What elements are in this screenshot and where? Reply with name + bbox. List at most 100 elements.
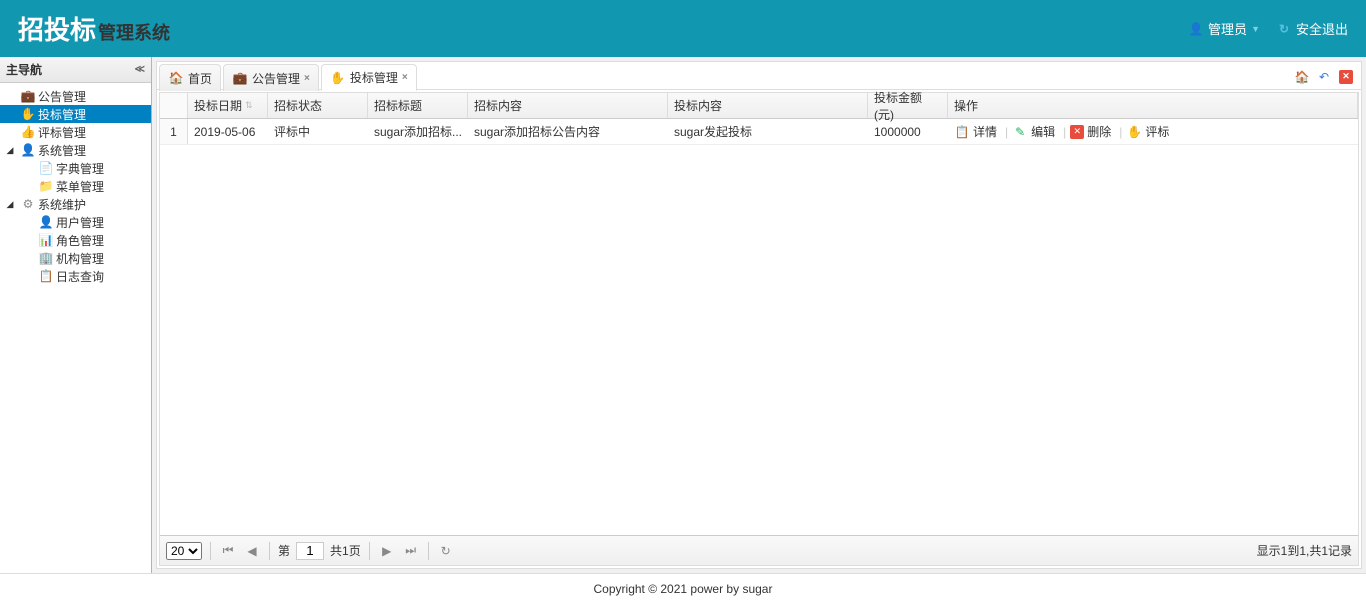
col-content[interactable]: 招标内容 — [468, 93, 668, 118]
next-page-button[interactable]: ▶ — [378, 542, 396, 560]
sidebar-item-label: 角色管理 — [56, 232, 104, 249]
pager-info: 显示1到1,共1记录 — [1257, 542, 1352, 559]
cell-ops: 📋详情 | ✎编辑 | ✕删除 | ✋评标 — [948, 119, 1358, 144]
data-grid: 投标日期 招标状态 招标标题 招标内容 投标内容 投标金额(元) 操作 1201… — [159, 92, 1359, 566]
separator: | — [1063, 125, 1066, 139]
sidebar-item-label: 用户管理 — [56, 214, 104, 231]
cell-content: sugar添加招标公告内容 — [468, 119, 668, 144]
thumb-icon: 👍 — [20, 124, 36, 140]
page-number-input[interactable] — [296, 542, 324, 560]
col-bid[interactable]: 投标内容 — [668, 93, 868, 118]
sidebar: 主导航 ≪ 💼公告管理✋投标管理👍评标管理◢👤系统管理📄字典管理📁菜单管理◢⚙系… — [0, 57, 152, 573]
cell-title: sugar添加招标... — [368, 119, 468, 144]
tabs-tools: 🏠 ↶ ✕ — [1293, 68, 1359, 86]
col-date[interactable]: 投标日期 — [188, 93, 268, 118]
sidebar-item-系统管理[interactable]: ◢👤系统管理 — [0, 141, 151, 159]
tab-close-icon[interactable]: × — [402, 72, 408, 83]
back-icon: ↶ — [1316, 69, 1332, 85]
sidebar-item-label: 日志查询 — [56, 268, 104, 285]
edit-icon: ✎ — [1012, 124, 1028, 140]
close-all-button[interactable]: ✕ — [1337, 68, 1355, 86]
logout-button[interactable]: ↻ 安全退出 — [1276, 19, 1348, 38]
col-status[interactable]: 招标状态 — [268, 93, 368, 118]
footer: Copyright © 2021 power by sugar — [0, 573, 1366, 603]
logo-main: 招投标 — [18, 10, 96, 47]
tab-投标管理[interactable]: ✋投标管理× — [321, 64, 417, 91]
expand-icon[interactable]: ◢ — [4, 145, 16, 156]
tabs-row: 🏠首页💼公告管理×✋投标管理× 🏠 ↶ ✕ — [157, 62, 1361, 90]
sidebar-item-label: 字典管理 — [56, 160, 104, 177]
separator: | — [1119, 125, 1122, 139]
sidebar-item-label: 系统管理 — [38, 142, 86, 159]
cell-date: 2019-05-06 — [188, 119, 268, 144]
page-prefix: 第 — [278, 542, 290, 559]
review-icon: ✋ — [1126, 124, 1142, 140]
page-size-select[interactable]: 20 — [166, 542, 202, 560]
sidebar-item-label: 公告管理 — [38, 88, 86, 105]
user-menu[interactable]: 👤 管理员 ▼ — [1188, 19, 1260, 38]
main: 主导航 ≪ 💼公告管理✋投标管理👍评标管理◢👤系统管理📄字典管理📁菜单管理◢⚙系… — [0, 57, 1366, 573]
grid-header: 投标日期 招标状态 招标标题 招标内容 投标内容 投标金额(元) 操作 — [160, 93, 1358, 119]
tab-label: 首页 — [188, 70, 212, 87]
col-ops[interactable]: 操作 — [948, 93, 1358, 118]
gear-icon: ⚙ — [20, 196, 36, 212]
header-right: 👤 管理员 ▼ ↻ 安全退出 — [1188, 19, 1348, 38]
op-review-button[interactable]: ✋评标 — [1126, 123, 1169, 140]
logo-sub: 管理系统 — [98, 19, 170, 45]
sidebar-item-角色管理[interactable]: 📊角色管理 — [0, 231, 151, 249]
delete-icon: ✕ — [1070, 125, 1084, 139]
refresh-button[interactable]: ↻ — [437, 542, 455, 560]
cell-amount: 1000000 — [868, 119, 948, 144]
detail-icon: 📋 — [954, 124, 970, 140]
sidebar-item-label: 评标管理 — [38, 124, 86, 141]
expand-icon[interactable]: ◢ — [4, 199, 16, 210]
op-detail-button[interactable]: 📋详情 — [954, 123, 997, 140]
op-label: 详情 — [973, 123, 997, 140]
userhead-icon: 👤 — [38, 214, 54, 230]
sidebar-item-菜单管理[interactable]: 📁菜单管理 — [0, 177, 151, 195]
col-amount[interactable]: 投标金额(元) — [868, 93, 948, 118]
sidebar-title: 主导航 — [6, 61, 42, 78]
briefcase-icon: 💼 — [20, 88, 36, 104]
logo: 招投标 管理系统 — [18, 10, 170, 47]
last-page-button[interactable]: ⏭ — [402, 542, 420, 560]
sidebar-header: 主导航 ≪ — [0, 57, 151, 83]
sidebar-item-评标管理[interactable]: 👍评标管理 — [0, 123, 151, 141]
content-inner: 🏠首页💼公告管理×✋投标管理× 🏠 ↶ ✕ 投标日期 招标状态 招标标题 招标内… — [156, 61, 1362, 569]
footer-text: Copyright © 2021 power by sugar — [594, 582, 773, 596]
tab-close-icon[interactable]: × — [304, 73, 310, 84]
nav-tree: 💼公告管理✋投标管理👍评标管理◢👤系统管理📄字典管理📁菜单管理◢⚙系统维护👤用户… — [0, 83, 151, 289]
chevron-down-icon: ▼ — [1251, 24, 1260, 34]
sidebar-item-label: 系统维护 — [38, 196, 86, 213]
sidebar-item-系统维护[interactable]: ◢ ⚙系统维护 — [0, 195, 151, 213]
tab-label: 公告管理 — [252, 70, 300, 87]
sidebar-item-公告管理[interactable]: 💼公告管理 — [0, 87, 151, 105]
separator: | — [1005, 125, 1008, 139]
col-rownum — [160, 93, 188, 118]
sidebar-item-label: 投标管理 — [38, 106, 86, 123]
sidebar-item-机构管理[interactable]: 🏢机构管理 — [0, 249, 151, 267]
logout-label: 安全退出 — [1296, 19, 1348, 38]
op-edit-button[interactable]: ✎编辑 — [1012, 123, 1055, 140]
col-title[interactable]: 招标标题 — [368, 93, 468, 118]
sidebar-item-字典管理[interactable]: 📄字典管理 — [0, 159, 151, 177]
hand-icon: ✋ — [330, 70, 346, 86]
sidebar-item-用户管理[interactable]: 👤用户管理 — [0, 213, 151, 231]
tab-公告管理[interactable]: 💼公告管理× — [223, 64, 319, 91]
sidebar-item-label: 机构管理 — [56, 250, 104, 267]
op-delete-button[interactable]: ✕删除 — [1070, 123, 1111, 140]
content-area: 🏠首页💼公告管理×✋投标管理× 🏠 ↶ ✕ 投标日期 招标状态 招标标题 招标内… — [152, 57, 1366, 573]
close-icon: ✕ — [1339, 70, 1353, 84]
first-page-button[interactable]: ⏮ — [219, 542, 237, 560]
home-button[interactable]: 🏠 — [1293, 68, 1311, 86]
collapse-icon[interactable]: ≪ — [135, 64, 145, 75]
cell-bid: sugar发起投标 — [668, 119, 868, 144]
sidebar-item-日志查询[interactable]: 📋日志查询 — [0, 267, 151, 285]
sidebar-item-投标管理[interactable]: ✋投标管理 — [0, 105, 151, 123]
home-icon: 🏠 — [168, 70, 184, 86]
back-button[interactable]: ↶ — [1315, 68, 1333, 86]
tab-首页[interactable]: 🏠首页 — [159, 64, 221, 91]
table-row[interactable]: 12019-05-06评标中sugar添加招标...sugar添加招标公告内容s… — [160, 119, 1358, 145]
op-label: 评标 — [1145, 123, 1169, 140]
prev-page-button[interactable]: ◀ — [243, 542, 261, 560]
